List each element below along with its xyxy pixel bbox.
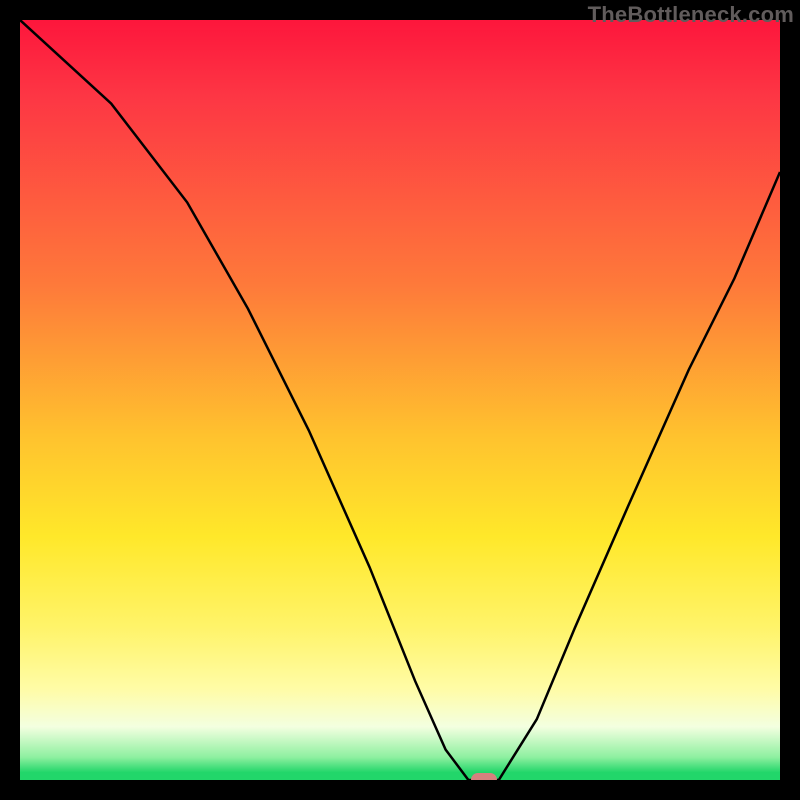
chart-frame: TheBottleneck.com xyxy=(0,0,800,800)
plot-area xyxy=(20,20,780,780)
severity-gradient xyxy=(20,20,780,780)
watermark-text: TheBottleneck.com xyxy=(588,2,794,28)
optimal-marker xyxy=(471,773,497,780)
